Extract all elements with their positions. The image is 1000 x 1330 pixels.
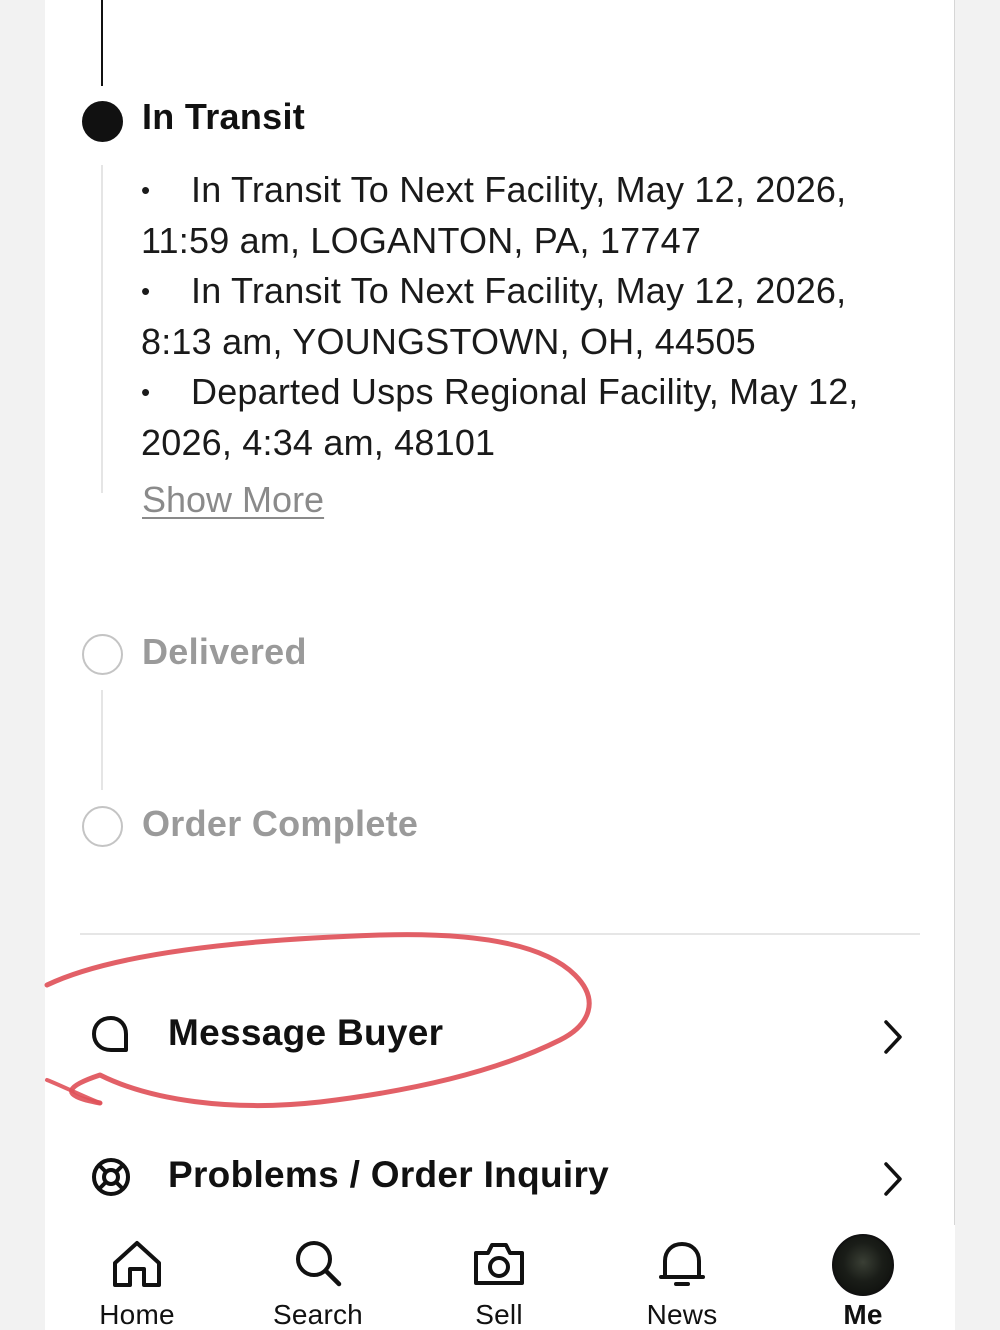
problems-order-inquiry-label: Problems / Order Inquiry bbox=[168, 1154, 610, 1195]
home-icon bbox=[113, 1241, 161, 1287]
event-line-1: In Transit To Next Facility, May 12, 202… bbox=[191, 169, 847, 210]
camera-icon bbox=[474, 1243, 524, 1285]
tab-label: News bbox=[646, 1299, 718, 1330]
message-buyer-row[interactable]: Message Buyer bbox=[80, 984, 920, 1084]
timeline-connector-top bbox=[101, 0, 103, 86]
message-buyer-label: Message Buyer bbox=[168, 1012, 444, 1053]
step-title-delivered: Delivered bbox=[142, 631, 307, 672]
event-line-1: In Transit To Next Facility, May 12, 202… bbox=[191, 270, 847, 311]
section-divider bbox=[80, 933, 920, 935]
step-title-in-transit: In Transit bbox=[142, 96, 306, 137]
bullet: • bbox=[141, 276, 151, 306]
event-line-1: Departed Usps Regional Facility, May 12, bbox=[191, 371, 859, 412]
tracking-events-list: • In Transit To Next Facility, May 12, 20… bbox=[141, 165, 921, 468]
tab-me[interactable]: Me bbox=[788, 1225, 938, 1330]
bottom-tab-bar: Home Search Sell News Me bbox=[45, 1225, 955, 1330]
timeline-connector-transit bbox=[101, 165, 103, 493]
tab-sell[interactable]: Sell bbox=[424, 1225, 574, 1330]
timeline-dot-order-complete bbox=[82, 806, 123, 847]
bell-icon bbox=[659, 1242, 705, 1286]
chevron-right-icon bbox=[884, 1162, 902, 1196]
bullet: • bbox=[141, 377, 151, 407]
tab-label: Me bbox=[843, 1299, 883, 1330]
tracking-event: • In Transit To Next Facility, May 12, 20… bbox=[141, 165, 921, 266]
tab-label: Search bbox=[273, 1299, 363, 1330]
tab-search[interactable]: Search bbox=[243, 1225, 393, 1330]
tab-label: Home bbox=[99, 1299, 175, 1330]
chat-bubble-icon bbox=[92, 1016, 128, 1052]
timeline-dot-delivered bbox=[82, 634, 123, 675]
avatar bbox=[832, 1234, 894, 1296]
problems-order-inquiry-row[interactable]: Problems / Order Inquiry bbox=[80, 1126, 920, 1226]
tab-home[interactable]: Home bbox=[62, 1225, 212, 1330]
bullet: • bbox=[141, 175, 151, 205]
event-line-2: 11:59 am, LOGANTON, PA, 17747 bbox=[141, 219, 702, 261]
step-title-order-complete: Order Complete bbox=[142, 803, 419, 844]
event-line-2: 2026, 4:34 am, 48101 bbox=[141, 421, 496, 463]
show-more-link[interactable]: Show More bbox=[142, 479, 324, 521]
timeline-dot-in-transit bbox=[82, 101, 123, 142]
search-icon bbox=[296, 1241, 342, 1287]
lifebuoy-icon bbox=[92, 1158, 130, 1196]
tracking-event: • Departed Usps Regional Facility, May 12… bbox=[141, 367, 921, 468]
app-canvas: In Transit • In Transit To Next Facility,… bbox=[0, 0, 1000, 1330]
tab-news[interactable]: News bbox=[607, 1225, 757, 1330]
chevron-right-icon bbox=[884, 1020, 902, 1054]
tab-label: Sell bbox=[475, 1299, 523, 1330]
timeline-connector-delivered bbox=[101, 690, 103, 790]
event-line-2: 8:13 am, YOUNGSTOWN, OH, 44505 bbox=[141, 320, 756, 362]
tracking-event: • In Transit To Next Facility, May 12, 20… bbox=[141, 266, 921, 367]
